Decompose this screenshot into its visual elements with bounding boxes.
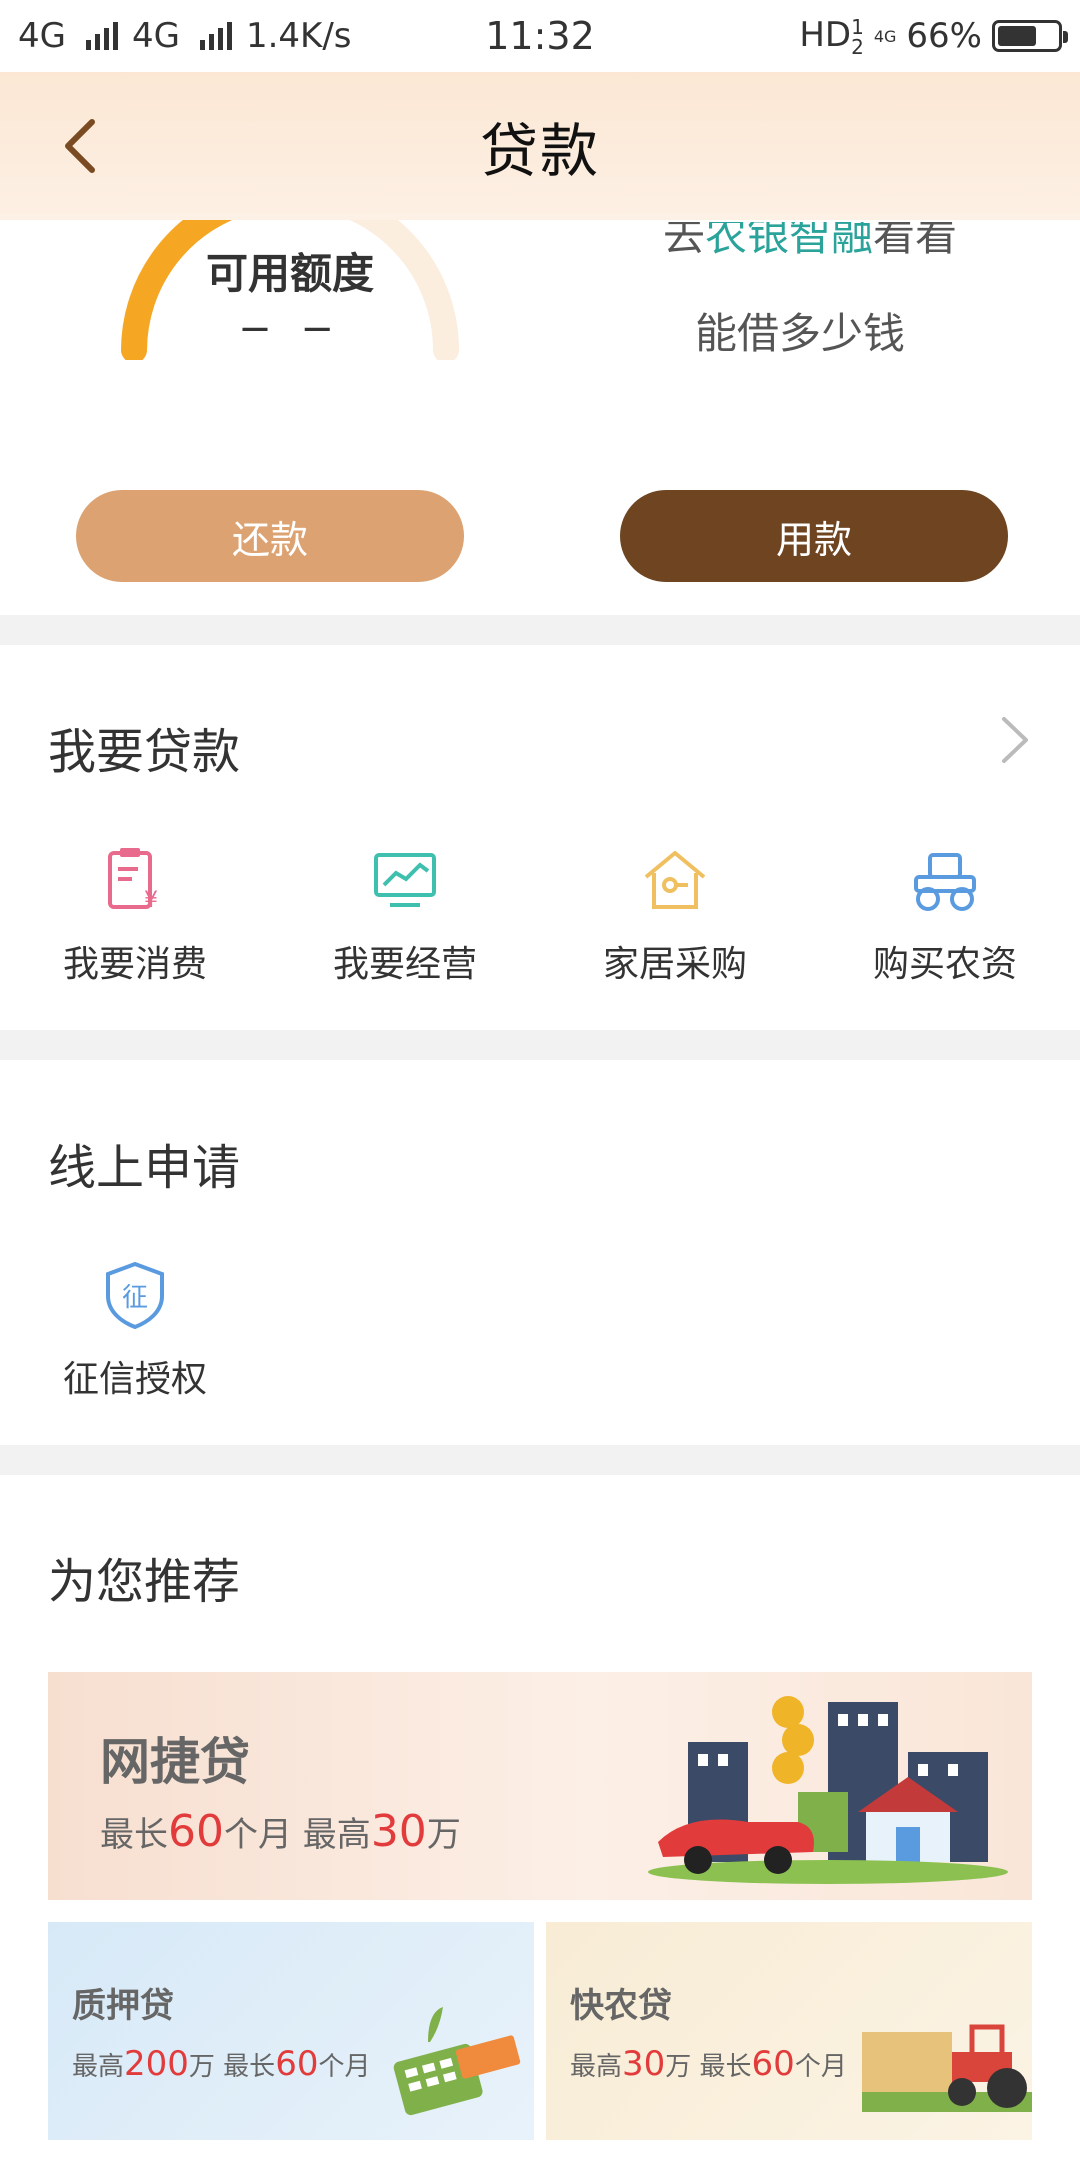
loan-item-farm[interactable]: 购买农资 (810, 845, 1080, 987)
signal-icon (199, 22, 232, 50)
house-key-icon (644, 851, 706, 909)
consume-icon: ¥ (108, 848, 158, 913)
status-bar: 4G 4G 1.4K/s 11:32 HD 1 2 4G 66% (0, 0, 1080, 72)
network-type-2: 4G (131, 16, 180, 56)
credit-card: 可用额度 − − 去农银智融看看 能借多少钱 还款 用款 (0, 181, 1080, 615)
loan-item-business[interactable]: 我要经营 (270, 845, 540, 987)
banner-title: 网捷贷 (100, 1733, 250, 1791)
svg-text:¥: ¥ (144, 888, 158, 913)
online-item-label: 征信授权 (62, 1359, 207, 1400)
loan-item-consume[interactable]: ¥ 我要消费 (0, 845, 270, 987)
svg-text:征: 征 (122, 1283, 148, 1313)
section-divider (0, 615, 1080, 645)
hd-indicator: HD 1 2 (799, 14, 864, 59)
available-credit-value: − − (238, 306, 342, 352)
banner-subtitle: 最高200万 最长60个月 (72, 2044, 371, 2084)
loan-item-label: 购买农资 (872, 944, 1017, 985)
page-title: 贷款 (479, 117, 600, 185)
section-title-loan: 我要贷款 (48, 724, 241, 780)
loan-item-label: 我要消费 (62, 944, 207, 985)
use-loan-button[interactable]: 用款 (620, 490, 1008, 582)
banner-title: 快农贷 (570, 1986, 672, 2026)
back-arrow-icon[interactable] (50, 114, 114, 178)
section-title-online: 线上申请 (48, 1140, 241, 1196)
repay-button[interactable]: 还款 (76, 490, 464, 582)
status-left: 4G 4G 1.4K/s (18, 16, 799, 56)
battery-percent: 66% (906, 16, 982, 56)
banner-subtitle: 最高30万 最长60个月 (570, 2044, 847, 2084)
section-divider (0, 1445, 1080, 1475)
banner-fast-farm-loan[interactable]: 快农贷 最高30万 最长60个月 (546, 1922, 1032, 2140)
calculator-plant-illustration (393, 2007, 521, 2116)
banner-wangjie-loan[interactable]: 网捷贷 最长60个月 最高30万 (48, 1672, 1032, 1900)
available-credit-label: 可用额度 (205, 249, 374, 298)
small-network-icon: 4G (873, 26, 897, 46)
chevron-right-icon[interactable] (996, 715, 1032, 765)
banner-title: 质押贷 (72, 1986, 174, 2026)
page-header: 贷款 (0, 72, 1080, 220)
business-chart-icon (374, 853, 436, 907)
online-item-credit-auth[interactable]: 征 征信授权 (0, 1260, 270, 1402)
tractor-field-illustration (862, 2024, 1032, 2112)
network-speed: 1.4K/s (245, 16, 352, 56)
credit-hint-line2: 能借多少钱 (694, 309, 905, 358)
city-car-illustration (648, 1696, 1008, 1884)
section-title-recommend: 为您推荐 (48, 1554, 241, 1610)
banner-subtitle: 最长60个月 最高30万 (100, 1806, 461, 1857)
loan-item-home[interactable]: 家居采购 (540, 845, 810, 987)
battery-icon (992, 20, 1068, 52)
loan-item-label: 家居采购 (602, 944, 747, 985)
loan-item-label: 我要经营 (332, 944, 477, 985)
network-type-1: 4G (18, 16, 66, 56)
credit-shield-icon: 征 (106, 1261, 164, 1330)
status-right: HD 1 2 4G 66% (799, 14, 1068, 59)
tractor-icon (914, 853, 976, 911)
section-divider (0, 1030, 1080, 1060)
banner-pledge-loan[interactable]: 质押贷 最高200万 最长60个月 (48, 1922, 534, 2140)
signal-icon (85, 22, 118, 50)
